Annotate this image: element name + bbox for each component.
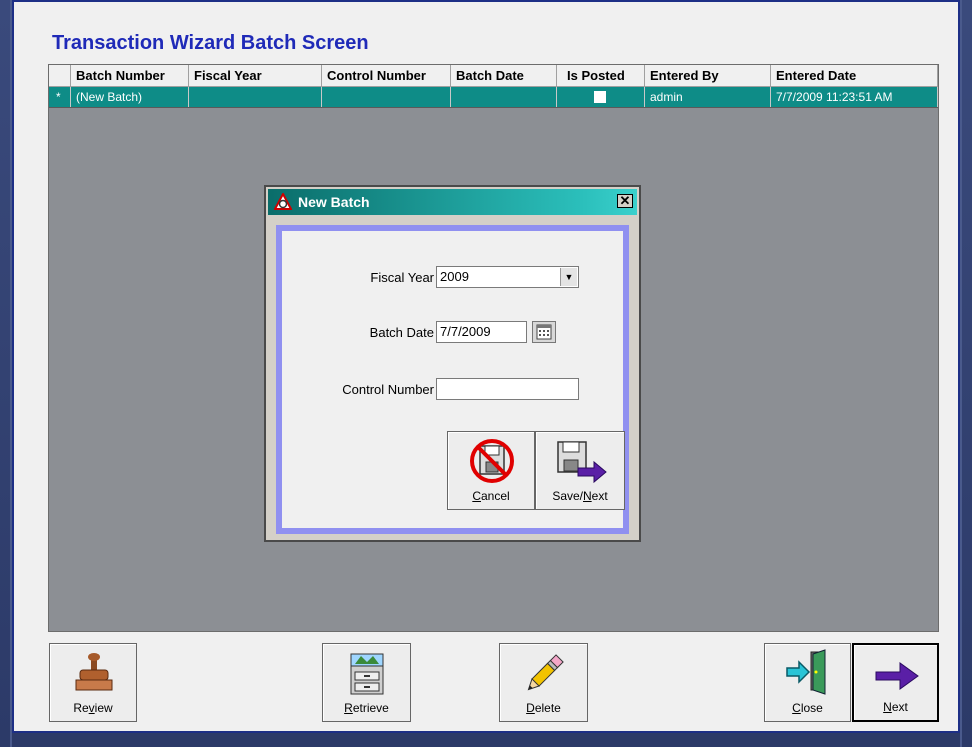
review-label: Review: [73, 701, 113, 715]
dialog-close-button[interactable]: ✕: [617, 194, 633, 208]
cell-is-posted[interactable]: [557, 87, 645, 107]
delete-label: Delete: [526, 701, 561, 715]
next-button[interactable]: Next: [852, 643, 939, 722]
retrieve-cabinet-icon: [350, 653, 384, 695]
grid-header-marker: [49, 65, 71, 87]
dialog-body-border: Fiscal Year 2009 ▼ Batch Date 7/7/2009 C…: [276, 225, 629, 534]
col-control-number[interactable]: Control Number: [322, 65, 451, 87]
delete-pencil-icon: [527, 654, 564, 691]
retrieve-button[interactable]: Retrieve: [322, 643, 411, 722]
save-next-button[interactable]: Save/Next: [535, 431, 625, 510]
cell-fiscal-year[interactable]: [189, 87, 322, 107]
cell-batch-number[interactable]: (New Batch): [71, 87, 189, 107]
dialog-title: New Batch: [298, 194, 370, 210]
calendar-icon: [536, 324, 552, 340]
control-number-field[interactable]: [436, 378, 579, 400]
batch-date-field[interactable]: 7/7/2009: [436, 321, 527, 343]
new-batch-dialog: New Batch ✕ Fiscal Year 2009 ▼ Batch Dat…: [264, 185, 641, 542]
col-is-posted[interactable]: Is Posted: [557, 65, 645, 87]
fiscal-year-select[interactable]: 2009 ▼: [436, 266, 579, 288]
retrieve-label: Retrieve: [344, 701, 389, 715]
cell-batch-date[interactable]: [451, 87, 557, 107]
fiscal-year-value: 2009: [440, 269, 469, 284]
save-next-label: Save/Next: [552, 489, 608, 503]
screen-title: Transaction Wizard Batch Screen: [52, 32, 369, 54]
window-edge-right: [962, 0, 972, 747]
dialog-titlebar[interactable]: New Batch ✕: [268, 189, 637, 215]
is-posted-checkbox[interactable]: [594, 91, 606, 103]
cancel-label: Cancel: [472, 489, 510, 503]
batch-date-label: Batch Date: [369, 325, 434, 340]
close-label: Close: [792, 701, 823, 715]
fiscal-year-label: Fiscal Year: [370, 270, 434, 285]
save-next-disk-icon: [557, 441, 607, 484]
review-button[interactable]: Review: [49, 643, 137, 722]
close-door-icon: [786, 649, 826, 695]
cancel-disk-icon: [470, 439, 514, 483]
next-arrow-icon: [875, 662, 919, 690]
cancel-button[interactable]: Cancel: [447, 431, 535, 510]
col-entered-date[interactable]: Entered Date: [771, 65, 938, 87]
col-entered-by[interactable]: Entered By: [645, 65, 771, 87]
control-number-label: Control Number: [342, 382, 434, 397]
grid-header: Batch Number Fiscal Year Control Number …: [49, 65, 938, 87]
window-bottom-edge: [12, 733, 960, 747]
col-fiscal-year[interactable]: Fiscal Year: [189, 65, 322, 87]
app-icon: [274, 193, 292, 210]
dialog-form: Fiscal Year 2009 ▼ Batch Date 7/7/2009 C…: [282, 231, 625, 528]
delete-button[interactable]: Delete: [499, 643, 588, 722]
review-stamp-icon: [75, 653, 113, 691]
row-marker: *: [49, 87, 71, 107]
cell-entered-by[interactable]: admin: [645, 87, 771, 107]
batch-date-value: 7/7/2009: [440, 324, 491, 339]
col-batch-date[interactable]: Batch Date: [451, 65, 557, 87]
cell-control-number[interactable]: [322, 87, 451, 107]
next-label: Next: [883, 700, 908, 714]
cell-entered-date[interactable]: 7/7/2009 11:23:51 AM: [771, 87, 938, 107]
col-batch-number[interactable]: Batch Number: [71, 65, 189, 87]
close-icon: ✕: [619, 193, 631, 208]
close-button[interactable]: Close: [764, 643, 851, 722]
table-row[interactable]: * (New Batch) admin 7/7/2009 11:23:51 AM: [49, 87, 938, 108]
calendar-button[interactable]: [532, 321, 556, 343]
chevron-down-icon[interactable]: ▼: [560, 268, 577, 286]
window-edge-left: [0, 0, 10, 747]
